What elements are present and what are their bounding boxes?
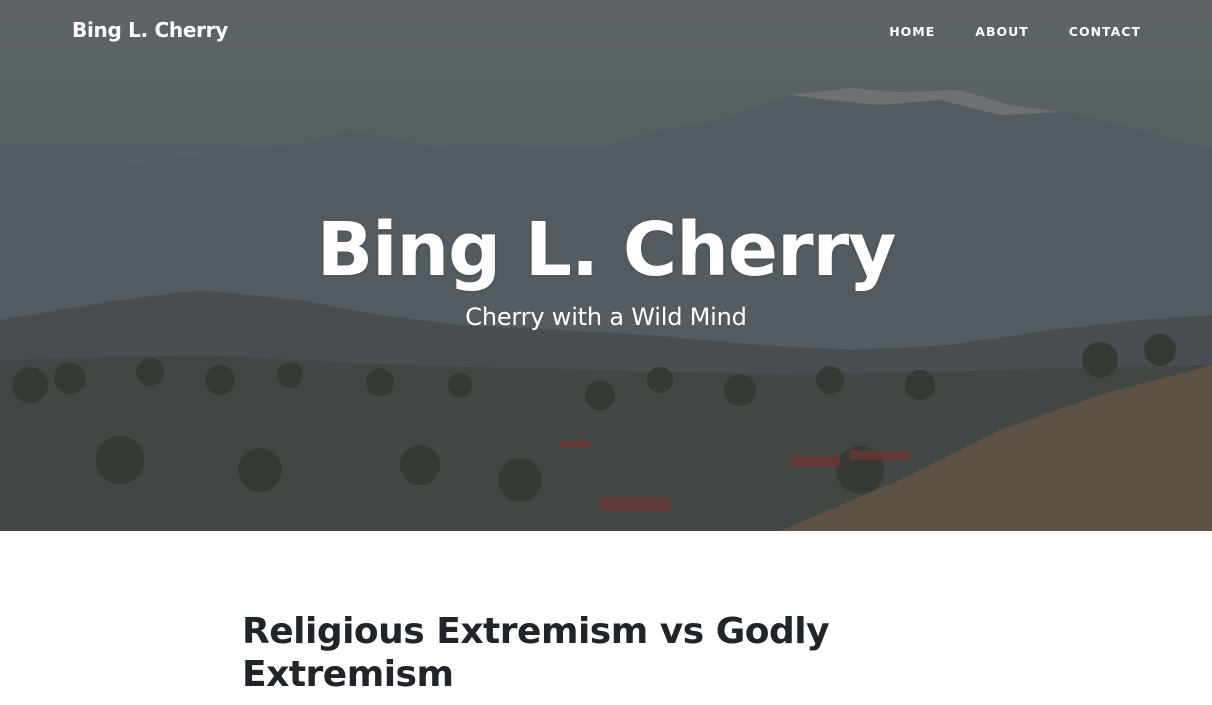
site-subtitle: Cherry with a Wild Mind (465, 303, 747, 331)
nav-link-contact[interactable]: CONTACT (1069, 24, 1141, 39)
nav-link-home[interactable]: HOME (889, 24, 935, 39)
hero-header: Bing L. Cherry HOME ABOUT CONTACT Bing L… (0, 0, 1212, 531)
main-content: Religious Extremism vs Godly Extremism (242, 610, 902, 696)
site-title: Bing L. Cherry (316, 207, 897, 293)
nav-links: HOME ABOUT CONTACT (889, 24, 1141, 39)
nav-link-about[interactable]: ABOUT (975, 24, 1029, 39)
post-title-link[interactable]: Religious Extremism vs Godly Extremism (242, 610, 902, 696)
main-navbar: Bing L. Cherry HOME ABOUT CONTACT (0, 0, 1212, 64)
site-heading: Bing L. Cherry Cherry with a Wild Mind (0, 200, 1212, 332)
brand-link[interactable]: Bing L. Cherry (72, 18, 228, 42)
